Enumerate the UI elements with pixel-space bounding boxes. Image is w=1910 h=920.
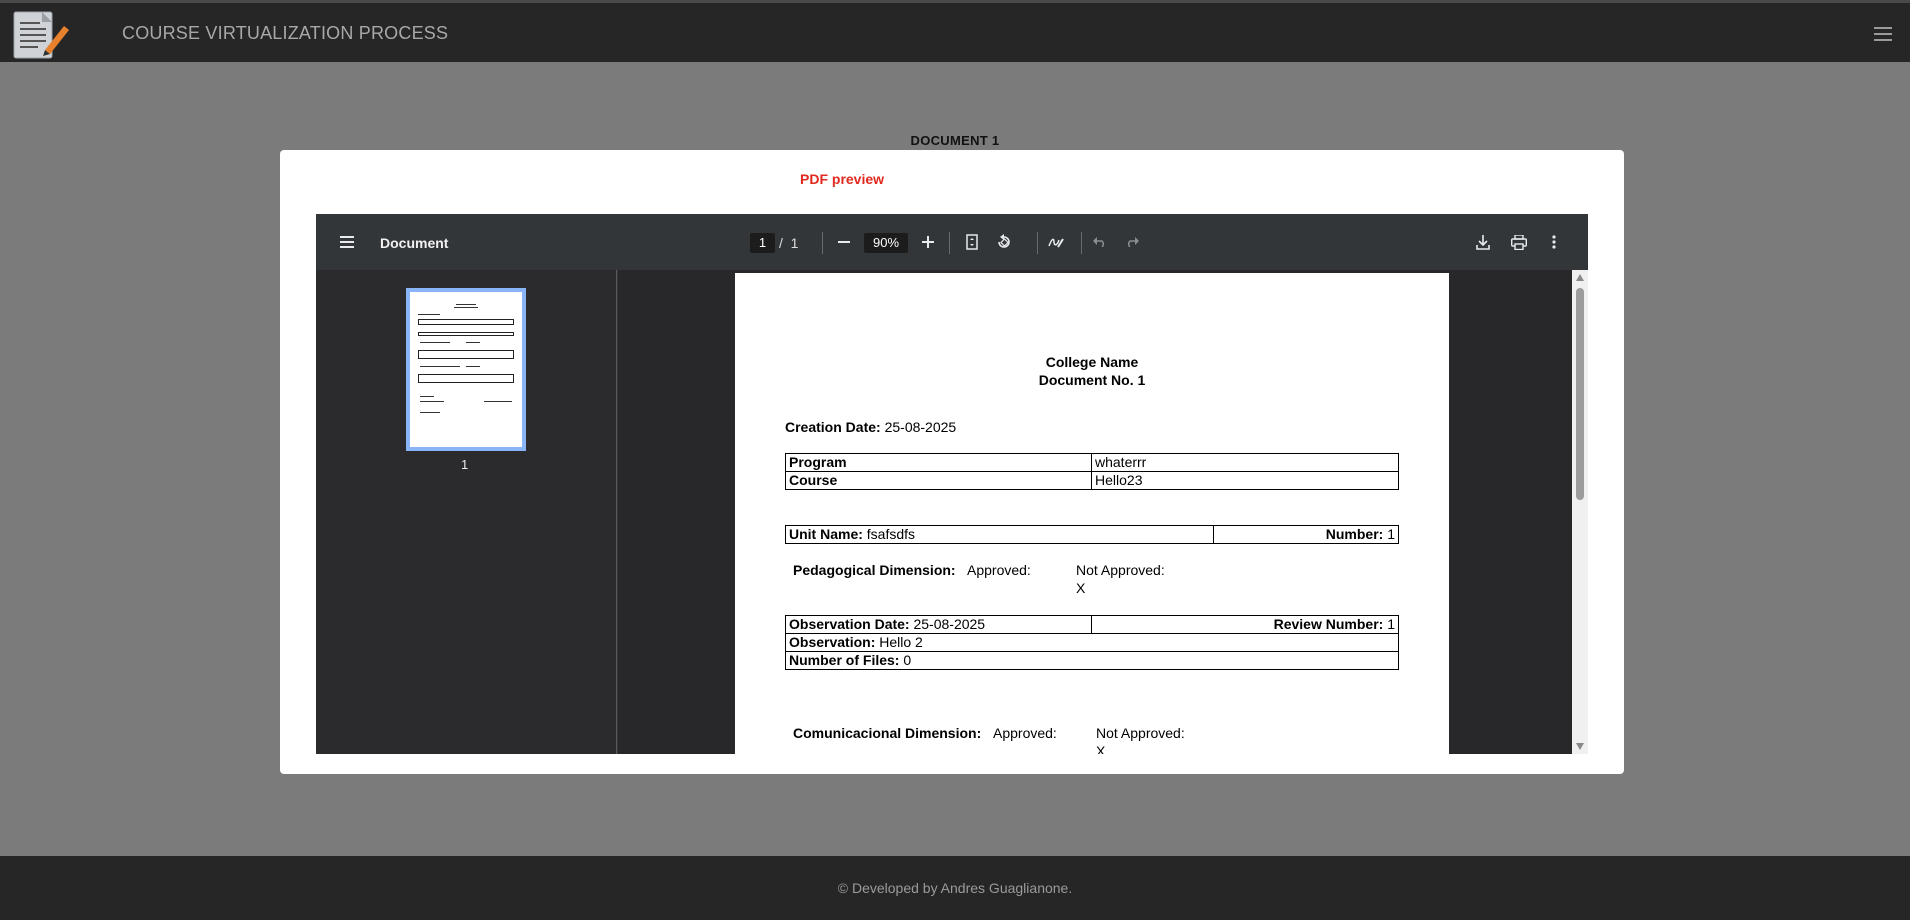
- unit-name-cell: Unit Name: fsafsdfs: [785, 525, 1214, 544]
- pedagogical-approved-label: Approved:: [967, 562, 1031, 578]
- pdf-page: College Name Document No. 1 Creation Dat…: [735, 273, 1449, 754]
- course-value: Hello23: [1091, 471, 1399, 490]
- zoom-input[interactable]: 90%: [864, 233, 908, 253]
- page-thumbnail[interactable]: [406, 288, 526, 451]
- scroll-down-arrow-icon[interactable]: [1576, 743, 1584, 750]
- scrollbar-thumb[interactable]: [1576, 288, 1584, 500]
- zoom-out-icon[interactable]: [830, 228, 858, 256]
- app-header: COURSE VIRTUALIZATION PROCESS: [0, 0, 1910, 62]
- program-label: Program: [785, 453, 1092, 472]
- pedagogical-not-approved-label: Not Approved:: [1076, 562, 1165, 578]
- pdf-page-area: College Name Document No. 1 Creation Dat…: [618, 270, 1572, 754]
- total-pages: 1: [790, 235, 799, 251]
- program-value: whaterrr: [1091, 453, 1399, 472]
- menu-icon[interactable]: [1874, 27, 1892, 41]
- observation-table: Observation Date: 25-08-2025 Review Numb…: [785, 615, 1399, 670]
- thumbnail-page-number: 1: [461, 457, 469, 472]
- creation-date: Creation Date: 25-08-2025: [785, 419, 956, 435]
- app-title: COURSE VIRTUALIZATION PROCESS: [122, 23, 449, 43]
- document-number: Document No. 1: [1038, 372, 1146, 388]
- sidebar-toggle-icon[interactable]: [333, 228, 361, 256]
- table-row: Observation: Hello 2: [785, 633, 1399, 652]
- download-icon[interactable]: [1469, 228, 1497, 256]
- observation-value: Hello 2: [879, 634, 923, 650]
- rotate-icon[interactable]: [990, 228, 1018, 256]
- table-row: Course Hello23: [785, 471, 1399, 490]
- app-footer: © Developed by Andres Guaglianone.: [0, 856, 1910, 920]
- redo-icon[interactable]: [1118, 228, 1146, 256]
- observation-cell: Observation: Hello 2: [785, 633, 1399, 652]
- annotate-pen-icon[interactable]: [1042, 228, 1070, 256]
- program-table: Program whaterrr Course Hello23: [785, 453, 1399, 490]
- pdf-preview-modal: PDF preview Document 1 / 1 90% 1 College…: [280, 150, 1624, 774]
- review-number-value: 1: [1387, 616, 1395, 632]
- more-options-icon[interactable]: [1540, 228, 1568, 256]
- college-name: College Name: [1045, 354, 1139, 370]
- unit-name-value: fsafsdfs: [866, 526, 916, 542]
- unit-table: Unit Name: fsafsdfs Number: 1: [785, 525, 1399, 544]
- creation-date-value: 25-08-2025: [884, 419, 957, 435]
- unit-number-cell: Number: 1: [1213, 525, 1399, 544]
- table-row: Number of Files: 0: [785, 651, 1399, 670]
- document-heading: DOCUMENT 1: [910, 133, 1000, 148]
- number-value: 1: [1387, 526, 1395, 542]
- number-label: Number:: [1325, 526, 1384, 542]
- table-row: Unit Name: fsafsdfs Number: 1: [785, 525, 1399, 544]
- files-cell: Number of Files: 0: [785, 651, 1399, 670]
- footer-credit: © Developed by Andres Guaglianone.: [837, 880, 1073, 896]
- document-pencil-logo-icon: [12, 8, 70, 62]
- undo-icon[interactable]: [1086, 228, 1114, 256]
- course-label: Course: [785, 471, 1092, 490]
- pdf-preview-label: PDF preview: [800, 171, 885, 187]
- page-count: / 1: [779, 235, 798, 251]
- comunicacional-approved-label: Approved:: [993, 725, 1057, 741]
- observation-date-value: 25-08-2025: [913, 616, 986, 632]
- page-separator: /: [779, 235, 783, 251]
- toolbar-divider: [1037, 232, 1038, 254]
- pedagogical-dimension-label: Pedagogical Dimension:: [793, 562, 956, 578]
- pdf-scrollbar[interactable]: [1572, 270, 1588, 754]
- review-number-cell: Review Number: 1: [1091, 615, 1399, 634]
- pdf-document-name: Document: [380, 235, 449, 251]
- comunicacional-mark: X: [1096, 743, 1106, 754]
- comunicacional-not-approved-label: Not Approved:: [1096, 725, 1185, 741]
- table-row: Observation Date: 25-08-2025 Review Numb…: [785, 615, 1399, 634]
- review-number-label: Review Number:: [1273, 616, 1384, 632]
- zoom-in-icon[interactable]: [914, 228, 942, 256]
- observation-label: Observation:: [789, 634, 876, 650]
- toolbar-divider: [949, 232, 950, 254]
- toolbar-divider: [1081, 232, 1082, 254]
- table-row: Program whaterrr: [785, 453, 1399, 472]
- print-icon[interactable]: [1505, 228, 1533, 256]
- observation-date-label: Observation Date:: [789, 616, 910, 632]
- page-number-input[interactable]: 1: [750, 233, 775, 253]
- observation-date-cell: Observation Date: 25-08-2025: [785, 615, 1092, 634]
- pdf-viewer-toolbar: Document 1 / 1 90%: [316, 214, 1588, 270]
- files-value: 0: [903, 652, 912, 668]
- scroll-up-arrow-icon[interactable]: [1576, 274, 1584, 281]
- pedagogical-mark: X: [1076, 580, 1086, 596]
- unit-name-label: Unit Name:: [789, 526, 863, 542]
- comunicacional-dimension-label: Comunicacional Dimension:: [793, 725, 982, 741]
- thumbnail-sidebar: 1: [316, 270, 617, 754]
- files-label: Number of Files:: [789, 652, 900, 668]
- toolbar-divider: [822, 232, 823, 254]
- creation-date-label: Creation Date:: [785, 419, 881, 435]
- pdf-viewer: Document 1 / 1 90% 1 College Name Docume…: [316, 214, 1588, 754]
- fit-page-icon[interactable]: [958, 228, 986, 256]
